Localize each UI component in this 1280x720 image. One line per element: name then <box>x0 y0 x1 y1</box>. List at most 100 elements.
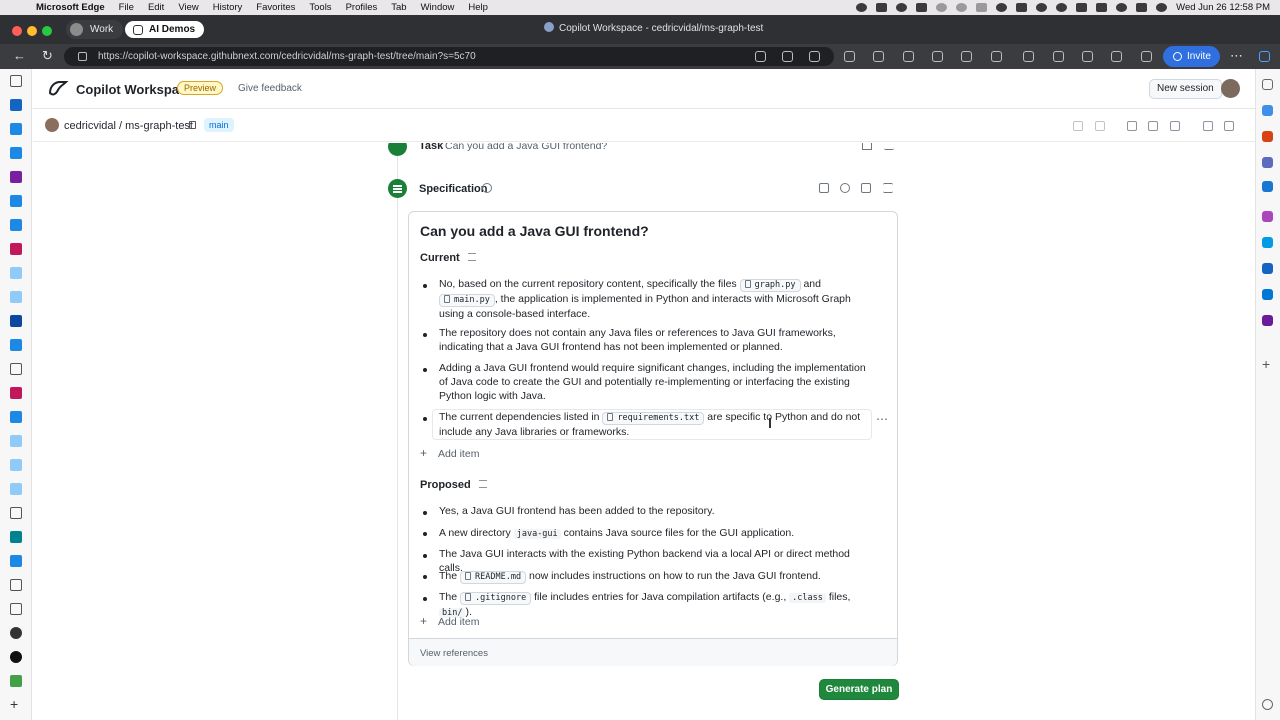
sidebar-app-icon[interactable] <box>1262 105 1273 116</box>
task-text[interactable]: Can you add a Java GUI frontend? <box>445 143 607 152</box>
extension-icon[interactable] <box>961 51 972 62</box>
view-references-link[interactable]: View references <box>420 648 488 659</box>
menu-window[interactable]: Window <box>421 2 455 13</box>
repository-name[interactable]: cedricvidal / ms-graph-test <box>64 120 193 132</box>
specification-title[interactable]: Can you add a Java GUI frontend? <box>420 223 649 239</box>
collections-icon[interactable] <box>1082 51 1093 62</box>
current-item-1[interactable]: No, based on the current repository cont… <box>439 277 871 321</box>
wifi-icon[interactable] <box>1076 3 1088 12</box>
tab-actions-icon[interactable] <box>10 75 22 87</box>
files-icon[interactable] <box>1127 121 1137 131</box>
screenshot-icon[interactable] <box>903 51 914 62</box>
terminal-icon[interactable] <box>1148 121 1158 131</box>
menu-tools[interactable]: Tools <box>309 2 331 13</box>
menu-app-name[interactable]: Microsoft Edge <box>36 2 105 13</box>
info-icon[interactable] <box>482 183 492 193</box>
proposed-item-2[interactable]: A new directory java-gui contains Java s… <box>439 526 871 541</box>
siri-icon[interactable] <box>1156 3 1168 12</box>
read-aloud-icon[interactable] <box>782 51 793 62</box>
file-chip-readme-md[interactable]: README.md <box>460 571 527 584</box>
control-center-icon[interactable] <box>1136 3 1148 12</box>
vertical-tab-icon[interactable] <box>10 219 22 231</box>
vertical-tab-icon[interactable] <box>10 507 22 519</box>
menu-profiles[interactable]: Profiles <box>346 2 378 13</box>
favorites-icon[interactable] <box>1053 51 1064 62</box>
current-item-3[interactable]: Adding a Java GUI frontend would require… <box>439 361 871 403</box>
give-feedback-link[interactable]: Give feedback <box>238 83 302 94</box>
menu-history[interactable]: History <box>213 2 243 13</box>
regenerate-icon[interactable] <box>840 183 850 193</box>
copilot-workspace-logo-icon[interactable] <box>47 79 69 99</box>
close-window-button[interactable] <box>12 26 22 36</box>
menu-edit[interactable]: Edit <box>148 2 164 13</box>
vertical-tab-icon[interactable] <box>10 267 22 279</box>
vertical-tab-icon[interactable] <box>10 435 22 447</box>
vertical-tab-icon[interactable] <box>10 147 22 159</box>
vertical-tab-icon[interactable] <box>10 195 22 207</box>
proposed-item-4[interactable]: The README.md now includes instructions … <box>439 569 871 584</box>
vertical-tab-icon[interactable] <box>10 363 22 375</box>
search-icon[interactable] <box>1262 79 1273 90</box>
extension-icon[interactable] <box>991 51 1002 62</box>
current-item-4[interactable]: The current dependencies listed in requi… <box>439 410 871 439</box>
menubar-clock[interactable]: Wed Jun 26 12:58 PM <box>1176 2 1270 13</box>
menu-tab[interactable]: Tab <box>391 2 406 13</box>
sidebar-app-icon[interactable] <box>1262 237 1273 248</box>
status-icon[interactable] <box>976 3 988 12</box>
vertical-tab-icon[interactable] <box>10 339 22 351</box>
user-avatar[interactable] <box>1221 79 1240 98</box>
vertical-tab-icon[interactable] <box>10 483 22 495</box>
status-icon[interactable] <box>1016 3 1028 12</box>
tools-icon[interactable] <box>1262 131 1273 142</box>
delete-trash-icon[interactable] <box>861 183 871 193</box>
bookmark-icon[interactable] <box>1203 121 1213 131</box>
favorite-star-icon[interactable] <box>809 51 820 62</box>
menu-view[interactable]: View <box>178 2 198 13</box>
menu-favorites[interactable]: Favorites <box>256 2 295 13</box>
current-item-2[interactable]: The repository does not contain any Java… <box>439 326 871 354</box>
copilot-icon[interactable] <box>1259 51 1270 62</box>
profile-button[interactable]: Work <box>66 20 124 39</box>
workspace-tab-ai-demos[interactable]: AI Demos <box>125 21 205 38</box>
sidebar-app-icon[interactable] <box>1262 211 1273 222</box>
add-proposed-item-button[interactable]: + Add item <box>420 614 479 628</box>
proposed-item-1[interactable]: Yes, a Java GUI frontend has been added … <box>439 504 871 518</box>
redo-icon[interactable] <box>1095 121 1105 131</box>
battery-icon[interactable] <box>1096 3 1108 12</box>
split-screen-icon[interactable] <box>1023 51 1034 62</box>
downloads-icon[interactable] <box>1111 51 1122 62</box>
menu-file[interactable]: File <box>119 2 134 13</box>
vertical-tab-icon[interactable] <box>10 123 22 135</box>
vertical-tab-icon[interactable] <box>10 555 22 567</box>
sidebar-app-icon[interactable] <box>1262 263 1273 274</box>
extension-icon[interactable] <box>844 51 855 62</box>
more-menu-icon[interactable]: ⋯ <box>1230 48 1243 64</box>
vertical-tab-icon[interactable] <box>10 459 22 471</box>
undo-icon[interactable] <box>1073 121 1083 131</box>
app-status-icon[interactable] <box>916 3 928 12</box>
collapse-icon[interactable] <box>883 183 893 193</box>
menu-help[interactable]: Help <box>468 2 488 13</box>
generate-plan-button[interactable]: Generate plan <box>819 679 899 700</box>
vertical-tab-icon[interactable] <box>10 579 22 591</box>
vertical-tab-icon[interactable] <box>10 675 22 687</box>
extension-icon[interactable] <box>932 51 943 62</box>
cloud-icon[interactable] <box>856 3 868 12</box>
status-icon[interactable] <box>1056 3 1068 12</box>
vertical-tab-icon[interactable] <box>10 315 22 327</box>
spotlight-search-icon[interactable] <box>1116 3 1128 12</box>
github-icon[interactable] <box>10 651 22 663</box>
file-chip-main-py[interactable]: main.py <box>439 294 495 307</box>
add-current-item-button[interactable]: + Add item <box>420 446 479 460</box>
copilot-workspace-tab-icon[interactable] <box>10 627 22 639</box>
new-tab-plus-icon[interactable]: + <box>10 697 22 711</box>
sidebar-app-icon[interactable] <box>1262 289 1273 300</box>
zoom-window-button[interactable] <box>42 26 52 36</box>
comment-icon[interactable] <box>819 183 829 193</box>
sidebar-app-icon[interactable] <box>1262 157 1273 168</box>
collapse-section-icon[interactable] <box>478 480 487 488</box>
vertical-tab-icon[interactable] <box>10 291 22 303</box>
vertical-tab-icon[interactable] <box>10 171 22 183</box>
app-status-icon[interactable] <box>876 3 888 12</box>
status-icon[interactable] <box>956 3 968 12</box>
